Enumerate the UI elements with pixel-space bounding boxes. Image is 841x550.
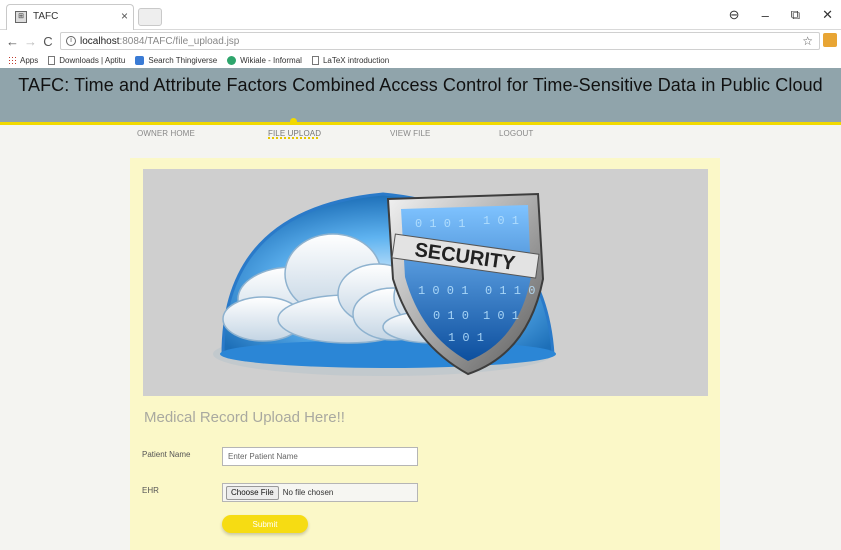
active-underline <box>268 137 318 139</box>
apps-grid-icon <box>8 56 16 64</box>
active-dot-icon <box>290 118 297 125</box>
svg-text:0 1 1 0: 0 1 1 0 <box>485 284 535 298</box>
nav-view-file[interactable]: VIEW FILE <box>390 129 430 138</box>
site-nav: OWNER HOME FILE UPLOAD VIEW FILE LOGOUT <box>0 118 841 155</box>
ehr-file-input[interactable]: Choose File No file chosen <box>222 483 418 502</box>
submit-button[interactable]: Submit <box>222 515 308 533</box>
form-title: Medical Record Upload Here!! <box>144 409 345 426</box>
forward-icon[interactable]: → <box>24 34 37 49</box>
svg-text:1 0 1: 1 0 1 <box>483 309 519 323</box>
tab-close-icon[interactable]: × <box>121 9 128 23</box>
extension-icon[interactable] <box>823 33 837 47</box>
close-window-icon[interactable]: ✕ <box>822 7 833 23</box>
security-cloud-image: SECURITY 0 1 0 1 1 0 1 1 0 0 1 0 1 1 0 0… <box>143 169 708 396</box>
bookmark-label: Search Thingiverse <box>148 55 218 65</box>
bookmark-star-icon[interactable]: ☆ <box>802 34 813 48</box>
svg-text:1 0 1: 1 0 1 <box>448 331 484 345</box>
page-icon <box>311 55 319 65</box>
web-page: TAFC: Time and Attribute Factors Combine… <box>0 68 841 550</box>
ehr-label: EHR <box>142 486 159 495</box>
reload-icon[interactable]: C <box>42 34 54 49</box>
svg-text:0 1 0 1: 0 1 0 1 <box>415 217 465 231</box>
upload-panel: SECURITY 0 1 0 1 1 0 1 1 0 0 1 0 1 1 0 0… <box>130 158 720 550</box>
bookmark-label: Wikiale - Informal <box>240 55 302 65</box>
svg-text:1 0 1: 1 0 1 <box>483 214 519 228</box>
file-status: No file chosen <box>282 488 334 497</box>
info-icon[interactable]: i <box>66 36 76 46</box>
choose-file-button[interactable]: Choose File <box>226 485 279 500</box>
back-icon[interactable]: ← <box>6 34 19 49</box>
account-icon[interactable]: ⊖ <box>729 7 740 23</box>
thingiverse-icon <box>135 55 145 65</box>
wikiale-icon <box>227 55 237 65</box>
minimize-icon[interactable]: – <box>762 8 769 23</box>
bookmark-latex[interactable]: LaTeX introduction <box>311 55 390 65</box>
nav-logout[interactable]: LOGOUT <box>499 129 533 138</box>
url-host: localhost <box>80 35 120 47</box>
bookmark-label: LaTeX introduction <box>322 55 390 65</box>
browser-titlebar: ⊞ TAFC × ⊖ – ⧉ ✕ <box>0 0 841 30</box>
svg-text:1 0 0 1: 1 0 0 1 <box>418 284 468 298</box>
bookmark-label: Downloads | Aptitu <box>59 55 126 65</box>
tab-title: TAFC <box>33 11 59 22</box>
bookmark-apps[interactable]: Apps <box>8 56 38 65</box>
window-controls: ⊖ – ⧉ ✕ <box>729 0 841 30</box>
patient-name-input[interactable] <box>222 447 418 466</box>
tab-favicon-icon: ⊞ <box>15 11 27 23</box>
bookmark-thingiverse[interactable]: Search Thingiverse <box>135 55 218 65</box>
page-icon <box>48 55 56 65</box>
bookmarks-bar: Apps Downloads | Aptitu Search Thingiver… <box>0 52 841 68</box>
bookmark-downloads[interactable]: Downloads | Aptitu <box>48 55 126 65</box>
address-row: ← → C i localhost:8084/TAFC/file_upload.… <box>0 30 841 52</box>
restore-icon[interactable]: ⧉ <box>791 7 800 23</box>
site-header: TAFC: Time and Attribute Factors Combine… <box>0 68 841 122</box>
bookmark-label: Apps <box>20 55 39 65</box>
site-title: TAFC: Time and Attribute Factors Combine… <box>18 75 823 95</box>
browser-tab[interactable]: ⊞ TAFC × <box>6 4 134 30</box>
address-bar[interactable]: i localhost:8084/TAFC/file_upload.jsp ☆ <box>60 32 820 50</box>
patient-name-label: Patient Name <box>142 450 191 459</box>
svg-text:0 1 0: 0 1 0 <box>433 309 469 323</box>
bookmark-wikiale[interactable]: Wikiale - Informal <box>227 55 302 65</box>
url-path: :8084/TAFC/file_upload.jsp <box>119 35 240 47</box>
nav-owner-home[interactable]: OWNER HOME <box>137 129 195 138</box>
new-tab-button[interactable] <box>138 8 162 26</box>
